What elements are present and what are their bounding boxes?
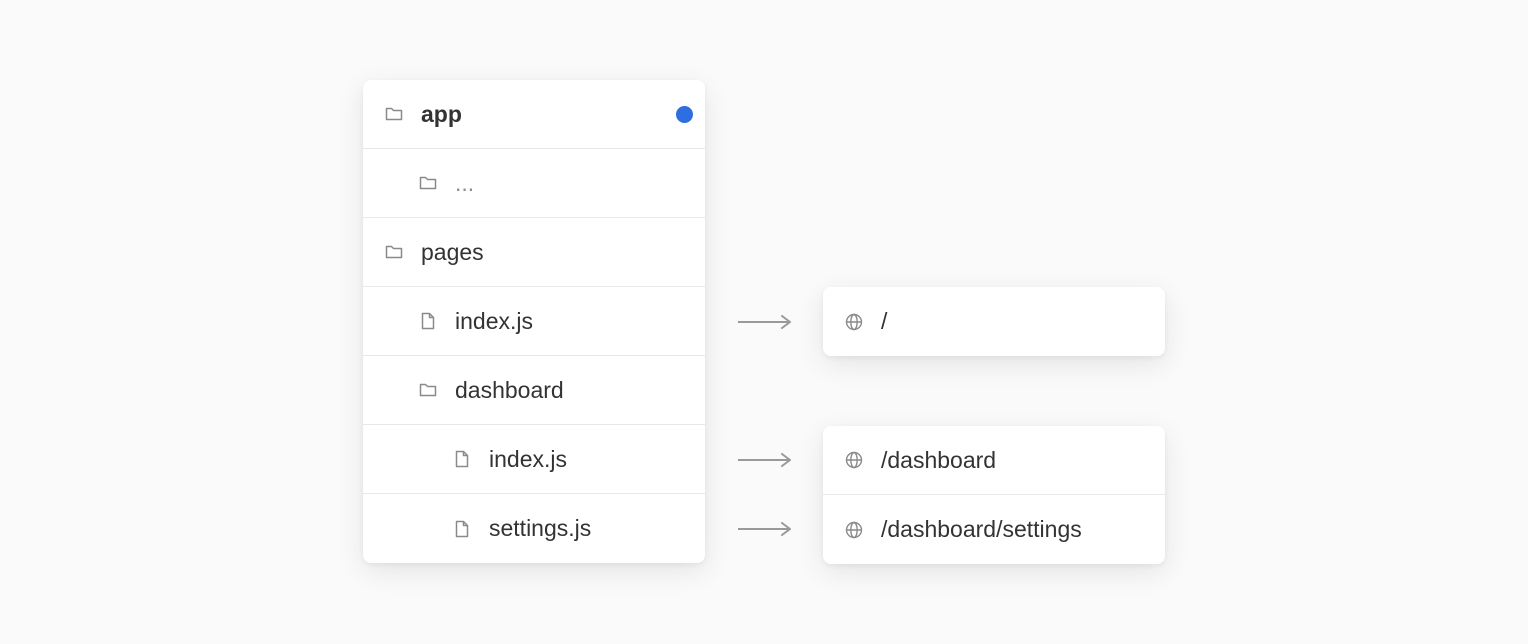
tree-item-label: app xyxy=(421,100,462,127)
route-card-dashboard: /dashboard /dashboard/settings xyxy=(823,426,1165,564)
tree-item-dashboard-folder[interactable]: dashboard xyxy=(363,356,705,425)
route-item-root[interactable]: / xyxy=(823,287,1165,356)
tree-item-pages-folder[interactable]: pages xyxy=(363,218,705,287)
tree-item-label: pages xyxy=(421,238,484,265)
route-path-label: /dashboard/settings xyxy=(881,516,1082,542)
route-path-label: / xyxy=(881,308,888,334)
route-card-root: / xyxy=(823,287,1165,356)
tree-item-app-folder[interactable]: app xyxy=(363,80,705,149)
active-indicator-dot xyxy=(676,106,693,123)
arrow-right-icon xyxy=(738,315,791,329)
file-icon xyxy=(452,449,472,469)
route-item-dashboard-settings[interactable]: /dashboard/settings xyxy=(823,495,1165,564)
tree-item-label: dashboard xyxy=(455,376,564,403)
globe-icon xyxy=(844,520,864,540)
file-icon xyxy=(452,519,472,539)
tree-item-label: index.js xyxy=(455,307,533,334)
tree-item-dashboard-index-file[interactable]: index.js xyxy=(363,425,705,494)
file-tree-card: app ... pages index.js dashboard index.j… xyxy=(363,80,705,563)
arrow-right-icon xyxy=(738,522,791,536)
tree-item-label: ... xyxy=(455,169,475,196)
file-icon xyxy=(418,311,438,331)
routing-diagram: app ... pages index.js dashboard index.j… xyxy=(0,0,1528,644)
route-path-label: /dashboard xyxy=(881,446,997,473)
folder-icon xyxy=(418,173,438,193)
tree-item-settings-file[interactable]: settings.js xyxy=(363,494,705,563)
folder-icon xyxy=(384,242,404,262)
route-item-dashboard[interactable]: /dashboard xyxy=(823,426,1165,495)
globe-icon xyxy=(844,450,864,470)
tree-item-ellipsis-folder[interactable]: ... xyxy=(363,149,705,218)
tree-item-pages-index-file[interactable]: index.js xyxy=(363,287,705,356)
tree-item-label: settings.js xyxy=(489,515,592,541)
tree-item-label: index.js xyxy=(489,445,567,472)
folder-icon xyxy=(418,380,438,400)
globe-icon xyxy=(844,312,864,332)
folder-icon xyxy=(384,104,404,124)
arrow-right-icon xyxy=(738,453,791,467)
